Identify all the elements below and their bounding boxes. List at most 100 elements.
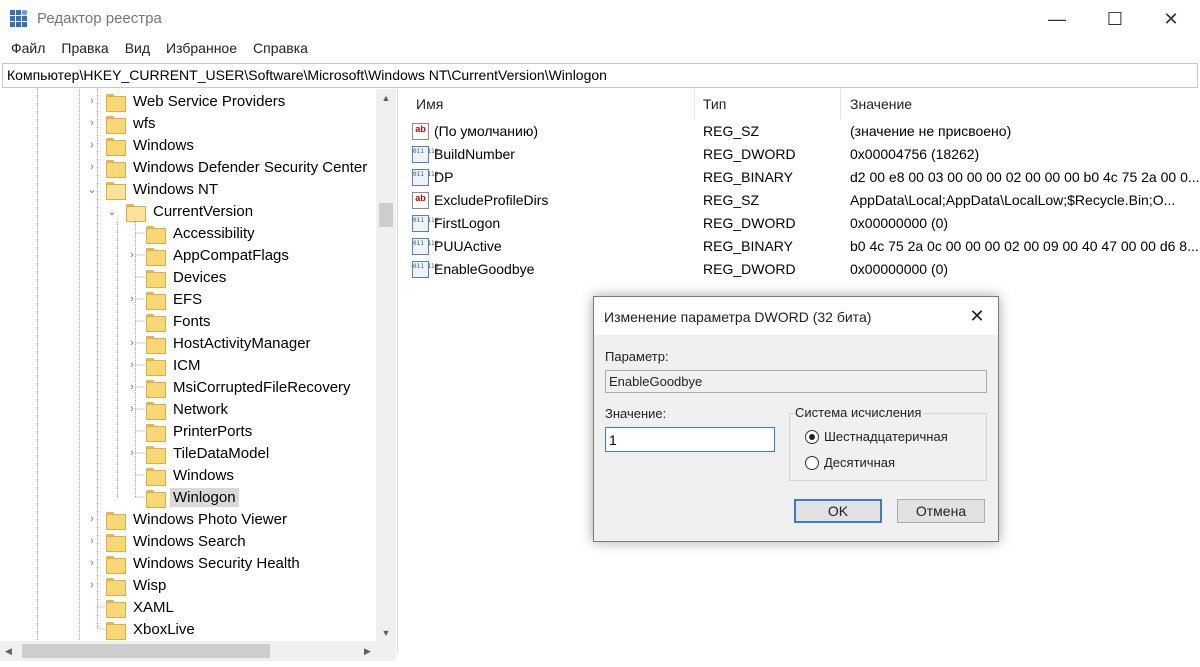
expand-arrow-icon[interactable] [126,420,138,442]
expand-arrow-icon[interactable]: › [86,530,98,552]
folder-icon [106,159,126,178]
value-row[interactable]: 011 110 BuildNumber REG_DWORD 0x00004756… [404,143,1200,166]
tree-item-efs[interactable]: › EFS [126,288,205,310]
ok-button[interactable]: OK [794,499,882,523]
scroll-down-icon[interactable]: ▼ [376,624,396,641]
tree-item-printerports[interactable]: PrinterPorts [126,420,255,442]
base-groupbox-label: Система исчисления [793,405,924,420]
value-row[interactable]: 011 110 DP REG_BINARY d2 00 e8 00 03 00 … [404,166,1200,189]
tree-item-tiledatamodel[interactable]: › TileDataModel [126,442,272,464]
expand-arrow-icon[interactable] [126,222,138,244]
column-divider[interactable] [694,89,695,119]
expand-arrow-icon[interactable]: › [126,244,138,266]
expand-arrow-icon[interactable] [126,310,138,332]
value-row[interactable]: 011 110 FirstLogon REG_DWORD 0x00000000 … [404,212,1200,235]
tree-item-network[interactable]: › Network [126,398,231,420]
expand-arrow-icon[interactable]: › [86,134,98,156]
tree-item-wfs[interactable]: › wfs [86,112,159,134]
menu-edit[interactable]: Правка [53,38,116,62]
column-header-name[interactable]: Имя [416,89,696,119]
folder-icon [146,445,166,464]
close-icon[interactable]: ✕ [964,303,990,329]
expand-arrow-icon[interactable]: › [126,288,138,310]
column-header-type[interactable]: Тип [703,89,843,119]
expand-arrow-icon[interactable]: › [86,552,98,574]
expand-arrow-icon[interactable]: › [86,574,98,596]
value-data-input[interactable] [605,427,775,452]
collapse-arrow-icon[interactable]: ⌄ [106,200,118,222]
tree-item-appcompatflags[interactable]: › AppCompatFlags [126,244,292,266]
binary-value-icon: 011 110 [412,238,438,255]
tree-item-windows-photo-viewer[interactable]: › Windows Photo Viewer [86,508,290,530]
menu-help[interactable]: Справка [245,38,316,62]
radio-hexadecimal[interactable]: Шестнадцатеричная [805,429,948,444]
expand-arrow-icon[interactable]: › [126,442,138,464]
collapse-arrow-icon[interactable]: ⌄ [86,178,98,200]
expand-arrow-icon[interactable]: › [86,508,98,530]
column-divider[interactable] [840,89,841,119]
menu-favorites[interactable]: Избранное [158,38,245,62]
scroll-thumb[interactable] [379,203,393,227]
expand-arrow-icon[interactable]: › [126,376,138,398]
tree-item-accessibility[interactable]: Accessibility [126,222,258,244]
radio-decimal[interactable]: Десятичная [805,455,895,470]
close-button[interactable]: ✕ [1142,0,1200,38]
value-row[interactable]: 011 110 EnableGoodbye REG_DWORD 0x000000… [404,258,1200,281]
value-row[interactable]: ab ExcludeProfileDirs REG_SZ AppData\Loc… [404,189,1200,212]
scroll-left-icon[interactable]: ◀ [0,641,17,661]
cancel-button[interactable]: Отмена [897,499,985,523]
tree-item-windows-security-health[interactable]: › Windows Security Health [86,552,303,574]
tree-item-devices[interactable]: Devices [126,266,229,288]
tree-item-msicorruptedfilerecovery[interactable]: › MsiCorruptedFileRecovery [126,376,354,398]
expand-arrow-icon[interactable]: › [86,156,98,178]
folder-icon [146,225,166,244]
tree-item-xboxlive[interactable]: XboxLive [86,618,198,640]
scroll-thumb[interactable] [22,644,270,658]
tree-item-winlogon[interactable]: Winlogon [126,486,239,508]
tree-item-xaml[interactable]: XAML [86,596,177,618]
registry-tree: › Web Service Providers › wfs › Windows … [0,89,398,652]
menu-view[interactable]: Вид [117,38,158,62]
radio-checked-icon[interactable] [805,429,819,444]
tree-item-windows-search[interactable]: › Windows Search [86,530,249,552]
tree-item-fonts[interactable]: Fonts [126,310,214,332]
menu-file[interactable]: Файл [3,38,53,62]
maximize-button[interactable]: ☐ [1086,0,1144,38]
tree-item-wisp[interactable]: › Wisp [86,574,169,596]
tree-horizontal-scrollbar[interactable]: ◀ ▶ [0,641,396,661]
title-bar: Редактор реестра — ☐ ✕ [0,0,1200,38]
expand-arrow-icon[interactable]: › [126,354,138,376]
expand-arrow-icon[interactable]: › [86,90,98,112]
value-row[interactable]: 011 110 PUUActive REG_BINARY b0 4c 75 2a… [404,235,1200,258]
tree-item-windows-sub[interactable]: Windows [126,464,237,486]
expand-arrow-icon[interactable] [126,486,138,508]
value-data: (значение не присвоено) [850,123,1012,139]
expand-arrow-icon[interactable] [126,464,138,486]
address-bar[interactable]: Компьютер\HKEY_CURRENT_USER\Software\Mic… [2,63,1198,88]
scroll-right-icon[interactable]: ▶ [359,641,376,661]
tree-item-label: Windows [173,466,234,484]
column-header-data[interactable]: Значение [850,89,1150,119]
expand-arrow-icon[interactable] [126,266,138,288]
scroll-up-icon[interactable]: ▲ [376,89,396,106]
tree-item-windows[interactable]: › Windows [86,134,197,156]
radio-unchecked-icon[interactable] [805,455,819,470]
tree-item-icm[interactable]: › ICM [126,354,204,376]
tree-vertical-scrollbar[interactable]: ▲ ▼ [376,89,396,641]
expand-arrow-icon[interactable]: › [126,332,138,354]
tree-item-hostactivitymanager[interactable]: › HostActivityManager [126,332,314,354]
value-row[interactable]: ab (По умолчанию) REG_SZ (значение не пр… [404,120,1200,143]
folder-icon [106,93,126,112]
expand-arrow-icon[interactable]: › [126,398,138,420]
tree-item-windows-nt[interactable]: ⌄ Windows NT [86,178,221,200]
folder-icon [146,379,166,398]
tree-item-label: Accessibility [173,224,255,242]
minimize-button[interactable]: — [1028,0,1086,38]
expand-arrow-icon[interactable]: › [86,112,98,134]
tree-item-windows-defender-security-center[interactable]: › Windows Defender Security Center [86,156,370,178]
tree-item-currentversion[interactable]: ⌄ CurrentVersion [106,200,256,222]
expand-arrow-icon[interactable] [86,618,98,640]
radio-hexadecimal-label: Шестнадцатеричная [824,429,948,444]
tree-item-web-service-providers[interactable]: › Web Service Providers [86,90,288,112]
expand-arrow-icon[interactable] [86,596,98,618]
